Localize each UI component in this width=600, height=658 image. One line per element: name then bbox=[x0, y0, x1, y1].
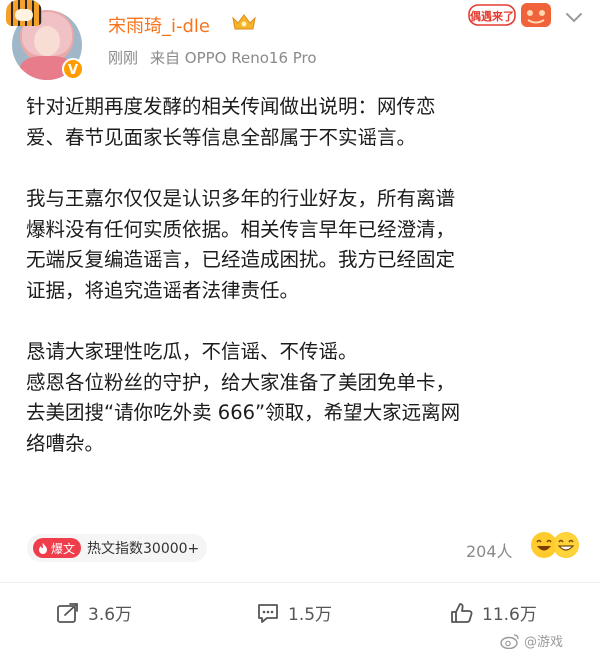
repost-count: 3.6万 bbox=[88, 605, 133, 625]
post-source: 来自 OPPO Reno16 Pro bbox=[150, 49, 317, 67]
card-sticker-icon: 偶遇来了 bbox=[468, 3, 551, 27]
post-time: 刚刚 bbox=[108, 49, 139, 67]
post-paragraph: 恳请大家理性吃瓜，不信谣、不传谣。 感恩各位粉丝的守护，给大家准备了美团免单卡，… bbox=[26, 340, 461, 455]
smiling-emoji-icon bbox=[553, 532, 579, 558]
post-header: V 宋雨琦_i-dle 刚刚 来自 OPPO Reno16 Pro 偶遇来了 bbox=[0, 0, 600, 90]
likers-count[interactable]: 204人 bbox=[466, 538, 513, 562]
repost-button[interactable]: 3.6万 bbox=[56, 600, 132, 625]
comment-icon bbox=[258, 603, 278, 623]
watermark: @游戏 bbox=[500, 631, 563, 650]
post-body: 针对近期再度发酵的相关传闻做出说明：网传恋 爱、春节见面家长等信息全部属于不实谣… bbox=[26, 92, 586, 459]
flame-icon bbox=[39, 543, 47, 554]
post-paragraph: 针对近期再度发酵的相关传闻做出说明：网传恋 爱、春节见面家长等信息全部属于不实谣… bbox=[26, 95, 436, 149]
like-count: 11.6万 bbox=[482, 605, 537, 625]
hot-badge: 爆文 bbox=[33, 538, 82, 558]
repost-icon bbox=[57, 602, 78, 623]
post-paragraph: 我与王嘉尔仅仅是认识多年的行业好友，所有离谱 爆料没有任何实质依据。相关传言早年… bbox=[26, 187, 456, 302]
crown-icon bbox=[232, 14, 256, 30]
hot-badge-label: 爆文 bbox=[51, 541, 76, 556]
chevron-down-icon[interactable] bbox=[564, 10, 584, 26]
hot-index-text: 热文指数30000+ bbox=[87, 541, 200, 557]
comment-count: 1.5万 bbox=[288, 605, 333, 625]
weibo-logo-icon bbox=[500, 633, 519, 649]
thumbs-up-icon bbox=[451, 602, 473, 623]
avatar-pendant-icon bbox=[6, 0, 42, 26]
divider bbox=[0, 582, 600, 583]
like-button[interactable]: 11.6万 bbox=[450, 600, 537, 625]
username[interactable]: 宋雨琦_i-dle bbox=[108, 12, 210, 38]
comment-button[interactable]: 1.5万 bbox=[256, 600, 332, 625]
sticker-text: 偶遇来了 bbox=[470, 9, 514, 23]
post-meta: 刚刚 来自 OPPO Reno16 Pro bbox=[108, 47, 317, 68]
avatar-face bbox=[34, 26, 60, 56]
hot-article-tag[interactable]: 爆文 热文指数30000+ bbox=[27, 534, 208, 562]
v-badge-icon: V bbox=[62, 58, 84, 80]
watermark-text: @游戏 bbox=[524, 635, 564, 650]
